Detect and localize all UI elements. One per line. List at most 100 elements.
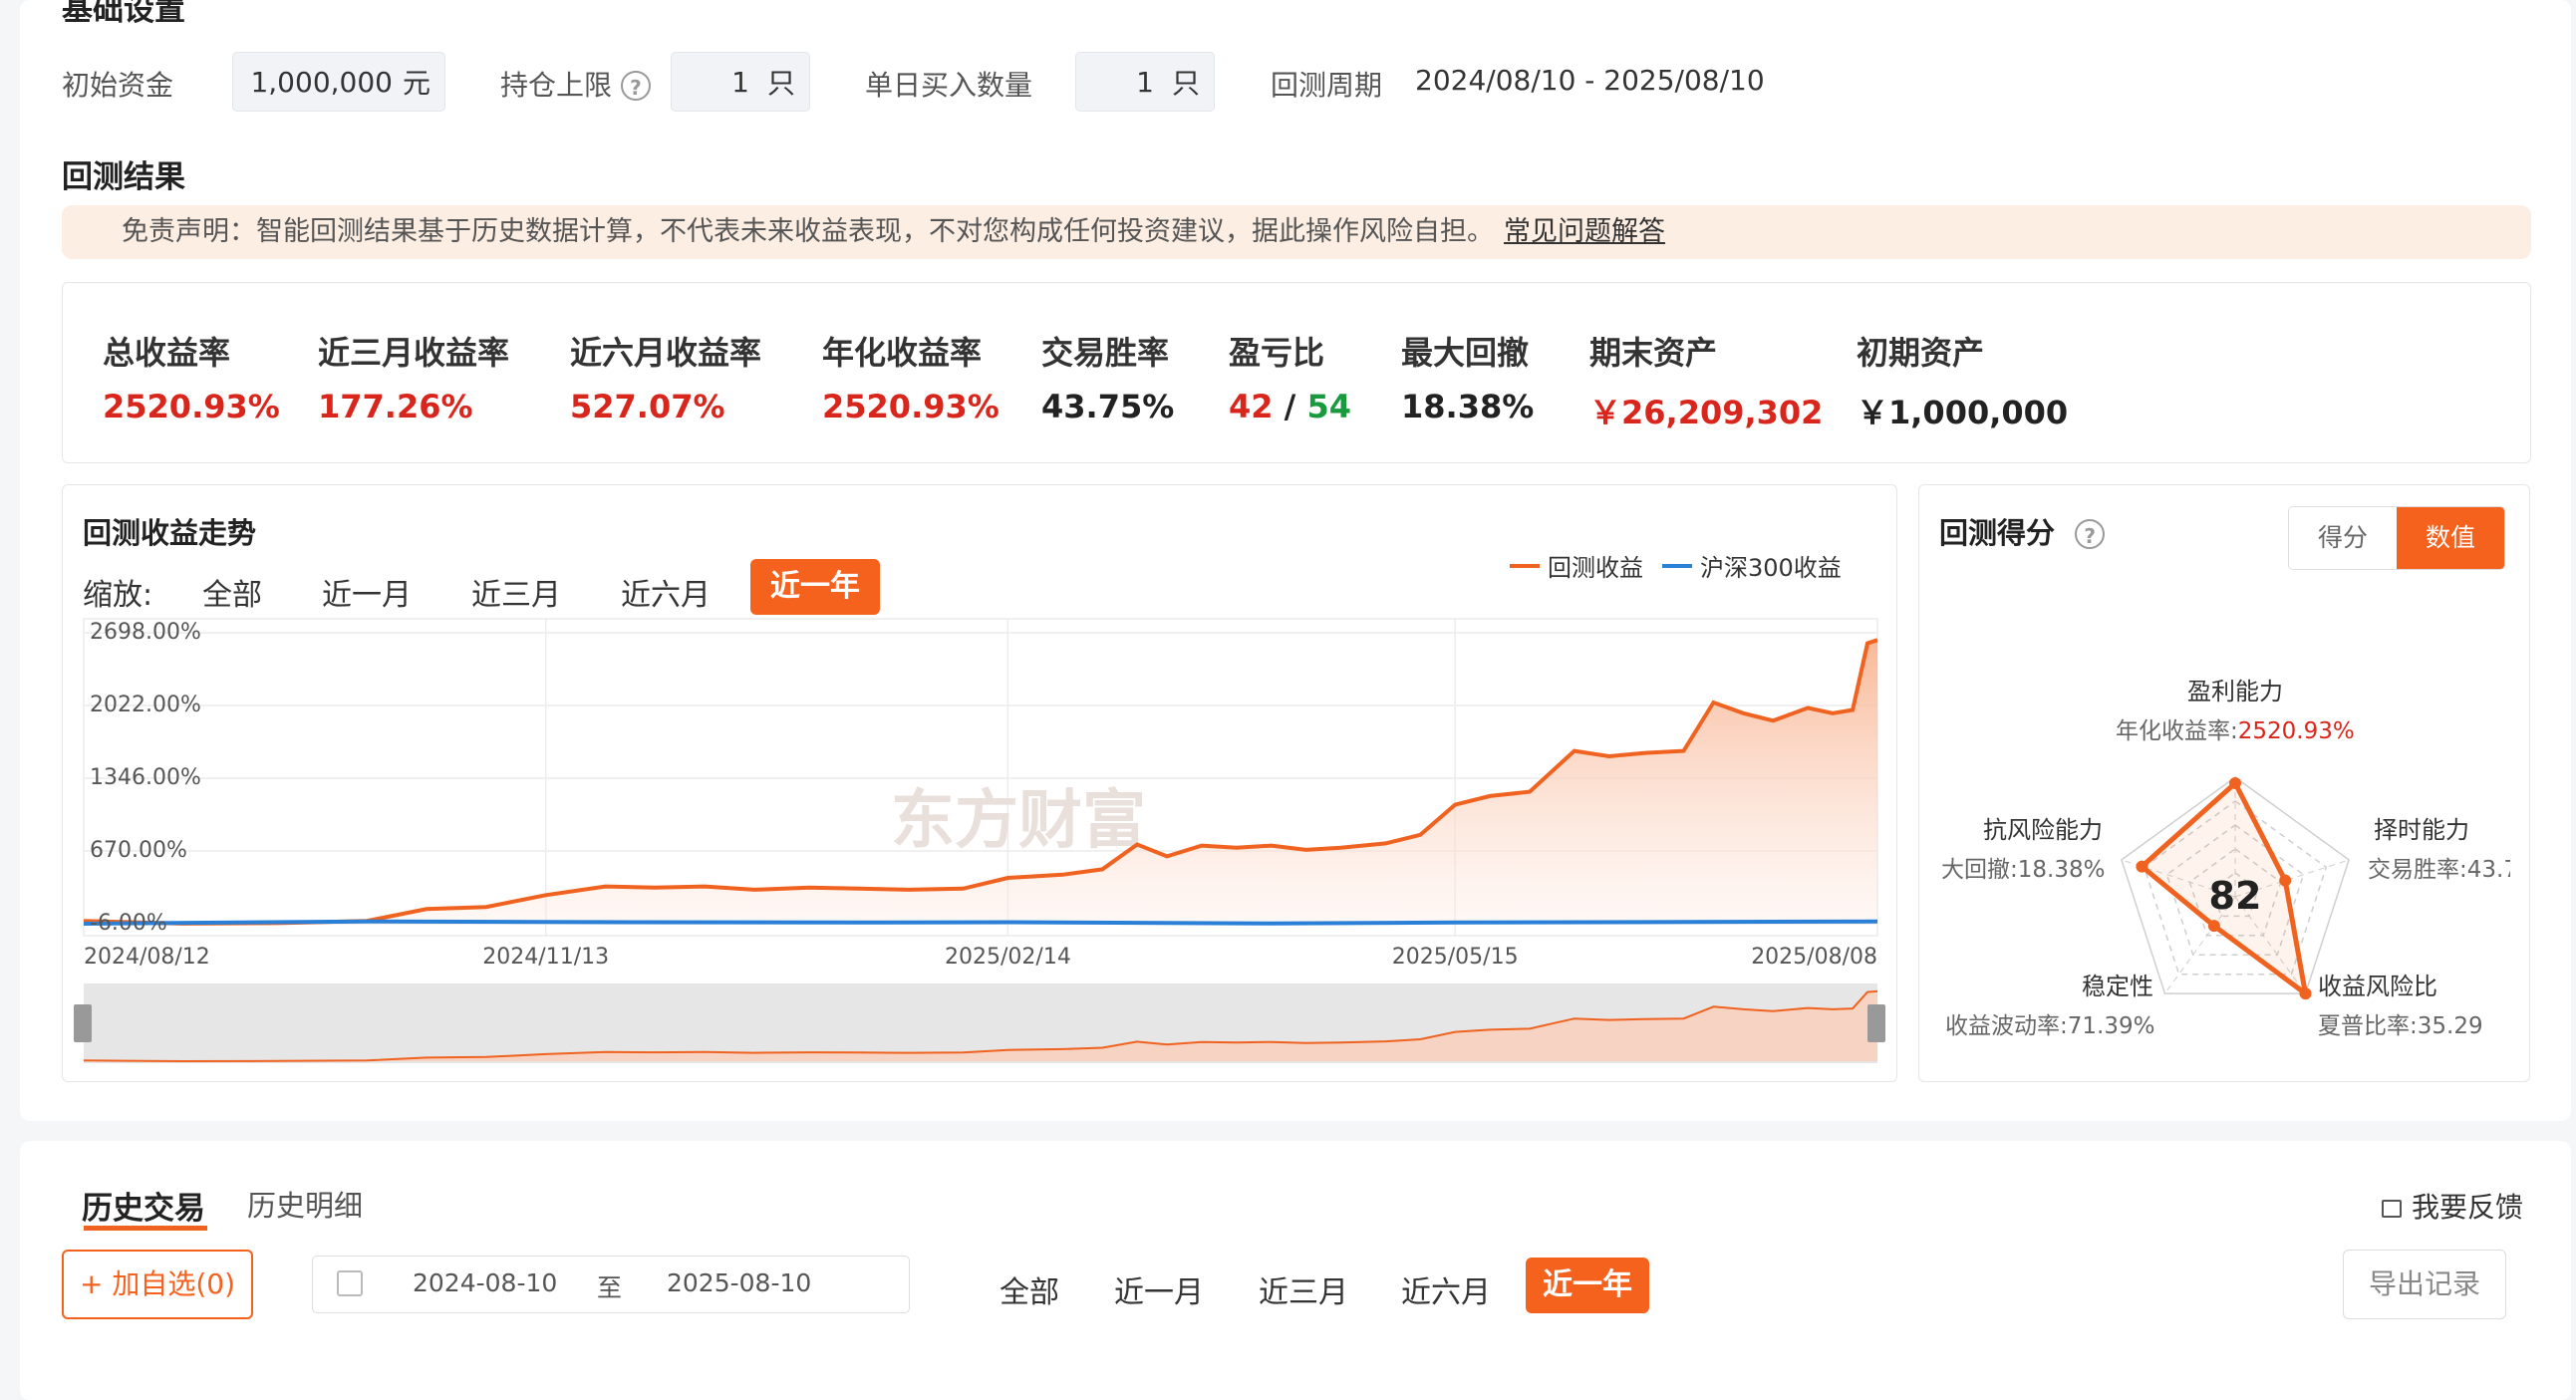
range-6m[interactable]: 近六月 <box>1401 1267 1491 1311</box>
daily-buy-input[interactable]: 1 只 <box>1075 52 1215 112</box>
basic-settings-title: 基础设置 <box>62 0 185 28</box>
radar-point <box>2136 860 2148 873</box>
position-limit-input[interactable]: 1 只 <box>671 52 810 112</box>
stats-panel: 总收益率 2520.93% 近三月收益率 177.26% 近六月收益率 527.… <box>62 282 2531 463</box>
results-title: 回测结果 <box>62 159 185 195</box>
faq-link[interactable]: 常见问题解答 <box>1504 216 1665 247</box>
stat-win-rate: 交易胜率 43.75% <box>1041 328 1174 425</box>
watermark-text: 东方财富 <box>891 784 1146 858</box>
stat-label: 期末资产 <box>1589 334 1718 372</box>
radar-sub-risk: 大回撤:18.38% <box>1941 857 2106 883</box>
position-limit-value: 1 <box>731 65 749 99</box>
trend-chart[interactable]: 东方财富 2698.00% 2022.00% 1346.00% 670.00% -6.0… <box>62 613 1897 1081</box>
zoom-3m[interactable]: 近三月 <box>471 570 561 614</box>
zoom-1m[interactable]: 近一月 <box>322 570 412 614</box>
stat-value: ￥26,209,302 <box>1589 394 1824 431</box>
stat-value: 42 / 54 <box>1229 388 1351 425</box>
radar-point <box>2229 777 2241 789</box>
radar-label-riskreturn: 收益风险比 <box>2318 973 2437 1000</box>
total-score: 82 <box>2209 874 2262 918</box>
loss-count: 54 <box>1306 388 1352 425</box>
stat-value: ￥1,000,000 <box>1857 394 2069 431</box>
toggle-score[interactable]: 得分 <box>2289 507 2397 569</box>
feedback-icon <box>2382 1200 2402 1218</box>
initial-capital-input[interactable]: 1,000,000 元 <box>232 52 445 112</box>
zoom-6m[interactable]: 近六月 <box>621 570 711 614</box>
x-tick-label: 2024/08/12 <box>84 945 210 970</box>
tab-history-trades[interactable]: 历史交易 <box>82 1183 205 1228</box>
add-watchlist-button[interactable]: + 加自选(0) <box>62 1250 253 1319</box>
daily-buy-unit: 只 <box>1171 67 1200 100</box>
hs300-line <box>83 919 1878 926</box>
navigator-right-handle[interactable] <box>1867 1004 1885 1042</box>
range-1y[interactable]: 近一年 <box>1526 1258 1649 1313</box>
radar-sub-timing: 交易胜率:43.7 <box>2368 857 2510 883</box>
stat-total-return: 总收益率 2520.93% <box>103 328 280 425</box>
position-limit-unit: 只 <box>766 67 795 100</box>
radar-sub-profit-key: 年化收益率: <box>2116 718 2238 744</box>
stat-value: 18.38% <box>1401 388 1535 425</box>
help-icon[interactable]: ? <box>2075 519 2106 549</box>
score-title: 回测得分 ? <box>1939 510 2106 552</box>
export-button[interactable]: 导出记录 <box>2343 1250 2506 1319</box>
y-tick-label: -6.00% <box>90 911 167 936</box>
zoom-all[interactable]: 全部 <box>202 570 262 614</box>
y-tick-label: 2698.00% <box>90 620 201 645</box>
y-tick-label: 1346.00% <box>90 765 201 790</box>
y-tick-label: 2022.00% <box>90 693 201 717</box>
stat-value: 177.26% <box>318 388 473 425</box>
legend-label: 回测收益 <box>1548 554 1643 582</box>
stat-value: 2520.93% <box>103 388 280 425</box>
stat-annual-return: 年化收益率 2520.93% <box>822 328 1000 425</box>
stat-label: 年化收益率 <box>822 334 983 372</box>
legend-swatch <box>1510 563 1540 568</box>
date-end[interactable]: 2025-08-10 <box>667 1268 811 1297</box>
radar-label-profit: 盈利能力 <box>2187 678 2283 705</box>
ratio-separator: / <box>1284 388 1296 425</box>
stat-ending-assets: 期末资产 ￥26,209,302 <box>1589 328 1823 433</box>
zoom-label: 缩放: <box>83 578 153 613</box>
feedback-text: 我要反馈 <box>2412 1191 2524 1224</box>
range-1m[interactable]: 近一月 <box>1114 1267 1204 1311</box>
stat-label: 近六月收益率 <box>570 334 762 372</box>
stat-label: 交易胜率 <box>1041 334 1170 372</box>
y-tick-label: 670.00% <box>90 838 187 863</box>
score-toggle: 得分 数值 <box>2288 506 2505 570</box>
range-3m[interactable]: 近三月 <box>1259 1267 1348 1311</box>
win-count: 42 <box>1229 388 1274 425</box>
legend-backtest[interactable]: 回测收益 <box>1510 548 1643 583</box>
legend-hs300[interactable]: 沪深300收益 <box>1662 548 1842 583</box>
initial-capital-label: 初始资金 <box>62 69 174 102</box>
help-icon[interactable]: ? <box>620 71 651 101</box>
position-limit-text: 持仓上限 <box>500 69 613 102</box>
toggle-value[interactable]: 数值 <box>2397 507 2504 569</box>
radar-sub-profit: 年化收益率:2520.93% <box>2116 711 2355 745</box>
initial-capital-unit: 元 <box>402 67 430 100</box>
initial-capital-value: 1,000,000 <box>250 65 393 99</box>
stat-max-drawdown: 最大回撤 18.38% <box>1401 328 1534 425</box>
stat-initial-assets: 初期资产 ￥1,000,000 <box>1857 328 2068 433</box>
daily-buy-value: 1 <box>1136 65 1154 99</box>
radar-point <box>2279 874 2292 887</box>
tab-history-details[interactable]: 历史明细 <box>247 1183 363 1225</box>
date-range-picker[interactable]: 2024-08-10 至 2025-08-10 <box>312 1256 910 1313</box>
stat-6m-return: 近六月收益率 527.07% <box>570 328 761 425</box>
stat-label: 盈亏比 <box>1229 334 1325 372</box>
feedback-link[interactable]: 我要反馈 <box>2382 1186 2523 1226</box>
stat-value: 527.07% <box>570 388 725 425</box>
navigator-left-handle[interactable] <box>74 1004 92 1042</box>
disclaimer-banner: 免责声明：智能回测结果基于历史数据计算，不代表未来收益表现，不对您构成任何投资建… <box>62 205 2531 259</box>
period-label: 回测周期 <box>1271 69 1383 102</box>
stat-label: 初期资产 <box>1857 334 1985 372</box>
legend-swatch <box>1662 563 1692 568</box>
zoom-1y[interactable]: 近一年 <box>750 559 880 615</box>
radar-sub-riskreturn: 夏普比率:35.29 <box>2318 1013 2483 1039</box>
stat-label: 近三月收益率 <box>318 334 510 372</box>
x-tick-label: 2024/11/13 <box>482 945 609 970</box>
date-start[interactable]: 2024-08-10 <box>413 1268 557 1297</box>
radar-point <box>2207 920 2220 933</box>
stat-pl-ratio: 盈亏比 42 / 54 <box>1229 328 1351 425</box>
radar-sub-profit-value: 2520.93% <box>2237 718 2355 744</box>
range-all[interactable]: 全部 <box>1000 1267 1059 1311</box>
radar-point <box>2299 987 2312 1000</box>
